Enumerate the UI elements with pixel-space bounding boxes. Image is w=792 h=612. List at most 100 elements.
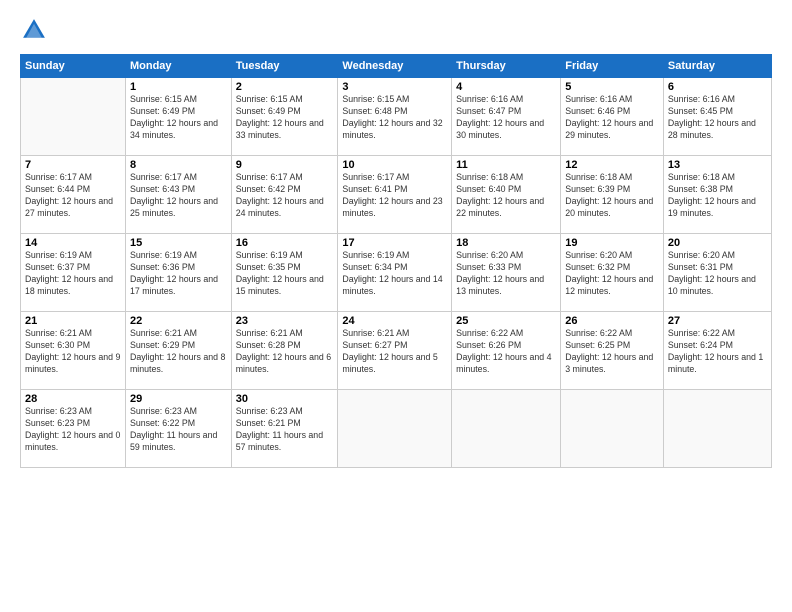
day-number: 2 [236, 81, 334, 93]
daylight-text: Daylight: 12 hours and 23 minutes. [342, 196, 447, 220]
day-info: Sunrise: 6:16 AMSunset: 6:46 PMDaylight:… [565, 94, 659, 142]
sunset-text: Sunset: 6:33 PM [456, 262, 556, 274]
sunset-text: Sunset: 6:41 PM [342, 184, 447, 196]
calendar-cell: 18Sunrise: 6:20 AMSunset: 6:33 PMDayligh… [452, 234, 561, 312]
sunset-text: Sunset: 6:38 PM [668, 184, 767, 196]
day-number: 23 [236, 315, 334, 327]
day-number: 19 [565, 237, 659, 249]
sunrise-text: Sunrise: 6:22 AM [668, 328, 767, 340]
daylight-text: Daylight: 12 hours and 28 minutes. [668, 118, 767, 142]
day-info: Sunrise: 6:23 AMSunset: 6:23 PMDaylight:… [25, 406, 121, 454]
calendar-cell: 14Sunrise: 6:19 AMSunset: 6:37 PMDayligh… [21, 234, 126, 312]
sunset-text: Sunset: 6:31 PM [668, 262, 767, 274]
header [20, 16, 772, 44]
sunset-text: Sunset: 6:49 PM [130, 106, 227, 118]
day-info: Sunrise: 6:19 AMSunset: 6:37 PMDaylight:… [25, 250, 121, 298]
day-info: Sunrise: 6:22 AMSunset: 6:25 PMDaylight:… [565, 328, 659, 376]
sunrise-text: Sunrise: 6:21 AM [25, 328, 121, 340]
day-info: Sunrise: 6:21 AMSunset: 6:28 PMDaylight:… [236, 328, 334, 376]
sunrise-text: Sunrise: 6:19 AM [130, 250, 227, 262]
calendar-cell: 30Sunrise: 6:23 AMSunset: 6:21 PMDayligh… [231, 390, 338, 468]
sunset-text: Sunset: 6:37 PM [25, 262, 121, 274]
day-info: Sunrise: 6:16 AMSunset: 6:45 PMDaylight:… [668, 94, 767, 142]
day-info: Sunrise: 6:22 AMSunset: 6:26 PMDaylight:… [456, 328, 556, 376]
daylight-text: Daylight: 12 hours and 34 minutes. [130, 118, 227, 142]
daylight-text: Daylight: 12 hours and 30 minutes. [456, 118, 556, 142]
calendar-cell: 22Sunrise: 6:21 AMSunset: 6:29 PMDayligh… [125, 312, 231, 390]
day-info: Sunrise: 6:17 AMSunset: 6:41 PMDaylight:… [342, 172, 447, 220]
day-header-monday: Monday [125, 55, 231, 78]
sunrise-text: Sunrise: 6:16 AM [668, 94, 767, 106]
calendar-cell: 20Sunrise: 6:20 AMSunset: 6:31 PMDayligh… [663, 234, 771, 312]
calendar-cell [663, 390, 771, 468]
day-number: 8 [130, 159, 227, 171]
day-number: 9 [236, 159, 334, 171]
day-number: 30 [236, 393, 334, 405]
sunset-text: Sunset: 6:34 PM [342, 262, 447, 274]
sunset-text: Sunset: 6:35 PM [236, 262, 334, 274]
calendar-cell: 29Sunrise: 6:23 AMSunset: 6:22 PMDayligh… [125, 390, 231, 468]
day-number: 11 [456, 159, 556, 171]
logo [20, 16, 52, 44]
sunset-text: Sunset: 6:44 PM [25, 184, 121, 196]
day-info: Sunrise: 6:17 AMSunset: 6:44 PMDaylight:… [25, 172, 121, 220]
sunrise-text: Sunrise: 6:23 AM [236, 406, 334, 418]
sunset-text: Sunset: 6:22 PM [130, 418, 227, 430]
sunrise-text: Sunrise: 6:19 AM [236, 250, 334, 262]
daylight-text: Daylight: 12 hours and 17 minutes. [130, 274, 227, 298]
day-number: 10 [342, 159, 447, 171]
sunset-text: Sunset: 6:48 PM [342, 106, 447, 118]
calendar-week-row: 14Sunrise: 6:19 AMSunset: 6:37 PMDayligh… [21, 234, 772, 312]
sunrise-text: Sunrise: 6:15 AM [130, 94, 227, 106]
sunrise-text: Sunrise: 6:18 AM [456, 172, 556, 184]
day-number: 28 [25, 393, 121, 405]
sunrise-text: Sunrise: 6:17 AM [236, 172, 334, 184]
sunset-text: Sunset: 6:47 PM [456, 106, 556, 118]
daylight-text: Daylight: 12 hours and 4 minutes. [456, 352, 556, 376]
calendar-week-row: 1Sunrise: 6:15 AMSunset: 6:49 PMDaylight… [21, 78, 772, 156]
sunset-text: Sunset: 6:36 PM [130, 262, 227, 274]
calendar-cell: 28Sunrise: 6:23 AMSunset: 6:23 PMDayligh… [21, 390, 126, 468]
sunset-text: Sunset: 6:30 PM [25, 340, 121, 352]
daylight-text: Daylight: 12 hours and 5 minutes. [342, 352, 447, 376]
daylight-text: Daylight: 12 hours and 9 minutes. [25, 352, 121, 376]
day-number: 1 [130, 81, 227, 93]
day-info: Sunrise: 6:20 AMSunset: 6:32 PMDaylight:… [565, 250, 659, 298]
calendar-cell: 4Sunrise: 6:16 AMSunset: 6:47 PMDaylight… [452, 78, 561, 156]
calendar-cell: 9Sunrise: 6:17 AMSunset: 6:42 PMDaylight… [231, 156, 338, 234]
calendar-week-row: 28Sunrise: 6:23 AMSunset: 6:23 PMDayligh… [21, 390, 772, 468]
sunrise-text: Sunrise: 6:21 AM [236, 328, 334, 340]
day-info: Sunrise: 6:17 AMSunset: 6:43 PMDaylight:… [130, 172, 227, 220]
daylight-text: Daylight: 12 hours and 25 minutes. [130, 196, 227, 220]
daylight-text: Daylight: 12 hours and 14 minutes. [342, 274, 447, 298]
daylight-text: Daylight: 11 hours and 59 minutes. [130, 430, 227, 454]
sunrise-text: Sunrise: 6:21 AM [342, 328, 447, 340]
daylight-text: Daylight: 12 hours and 8 minutes. [130, 352, 227, 376]
calendar-table: SundayMondayTuesdayWednesdayThursdayFrid… [20, 54, 772, 468]
daylight-text: Daylight: 12 hours and 27 minutes. [25, 196, 121, 220]
day-header-tuesday: Tuesday [231, 55, 338, 78]
calendar-cell: 6Sunrise: 6:16 AMSunset: 6:45 PMDaylight… [663, 78, 771, 156]
day-number: 12 [565, 159, 659, 171]
calendar-cell: 1Sunrise: 6:15 AMSunset: 6:49 PMDaylight… [125, 78, 231, 156]
day-info: Sunrise: 6:15 AMSunset: 6:48 PMDaylight:… [342, 94, 447, 142]
sunrise-text: Sunrise: 6:21 AM [130, 328, 227, 340]
sunset-text: Sunset: 6:49 PM [236, 106, 334, 118]
sunset-text: Sunset: 6:24 PM [668, 340, 767, 352]
daylight-text: Daylight: 11 hours and 57 minutes. [236, 430, 334, 454]
sunrise-text: Sunrise: 6:19 AM [342, 250, 447, 262]
sunrise-text: Sunrise: 6:15 AM [236, 94, 334, 106]
daylight-text: Daylight: 12 hours and 6 minutes. [236, 352, 334, 376]
calendar-cell [561, 390, 664, 468]
day-info: Sunrise: 6:19 AMSunset: 6:35 PMDaylight:… [236, 250, 334, 298]
sunrise-text: Sunrise: 6:16 AM [456, 94, 556, 106]
sunset-text: Sunset: 6:45 PM [668, 106, 767, 118]
sunrise-text: Sunrise: 6:22 AM [565, 328, 659, 340]
day-info: Sunrise: 6:19 AMSunset: 6:34 PMDaylight:… [342, 250, 447, 298]
calendar-header-row: SundayMondayTuesdayWednesdayThursdayFrid… [21, 55, 772, 78]
day-number: 3 [342, 81, 447, 93]
sunrise-text: Sunrise: 6:23 AM [130, 406, 227, 418]
day-number: 26 [565, 315, 659, 327]
daylight-text: Daylight: 12 hours and 24 minutes. [236, 196, 334, 220]
sunset-text: Sunset: 6:27 PM [342, 340, 447, 352]
